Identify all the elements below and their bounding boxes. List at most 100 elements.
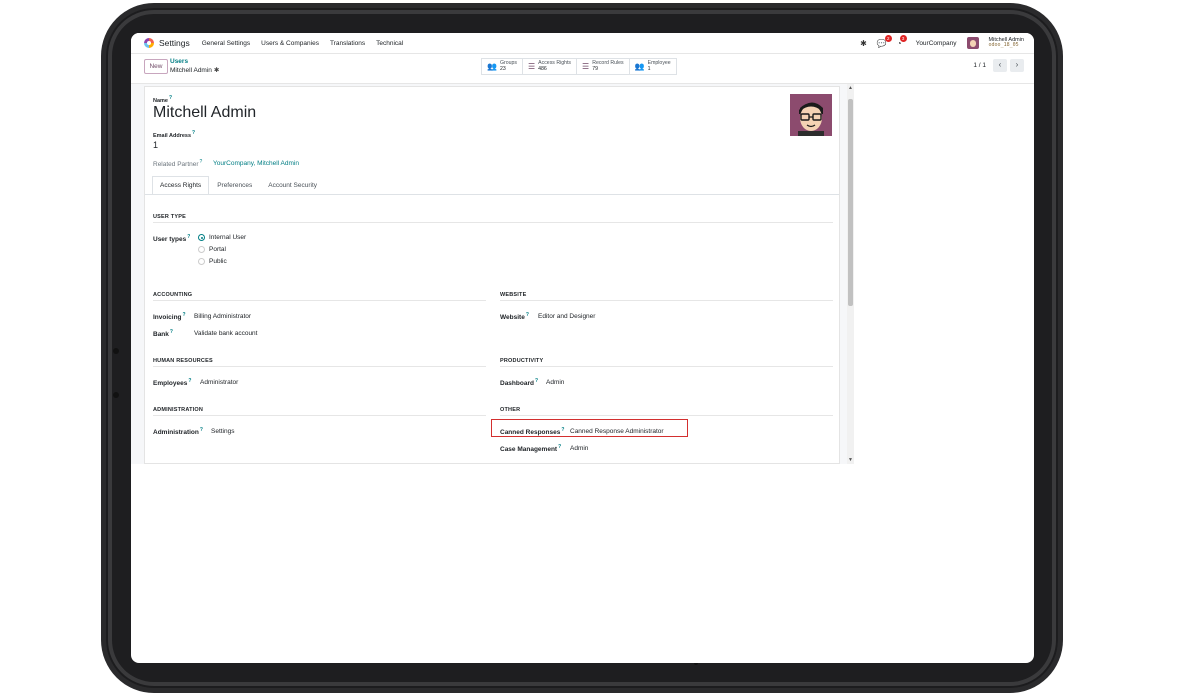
dashboard-label: Dashboard? xyxy=(500,378,538,387)
user-types-label: User types? xyxy=(153,234,190,243)
scrollbar[interactable]: ▲ ▼ xyxy=(847,84,854,464)
scroll-up-icon[interactable]: ▲ xyxy=(847,85,854,91)
menu-translations[interactable]: Translations xyxy=(330,40,365,47)
section-divider xyxy=(153,222,833,223)
invoicing-label: Invoicing? xyxy=(153,312,186,321)
employees-select[interactable]: Administrator xyxy=(200,379,238,386)
administration-select[interactable]: Settings xyxy=(211,428,235,435)
email-label-text: Email Address xyxy=(153,132,192,139)
bug-icon[interactable]: ✱ xyxy=(860,39,867,48)
case-management-label-text: Case Management xyxy=(500,446,558,454)
help-icon[interactable]: ? xyxy=(535,378,538,384)
radio-public[interactable]: Public xyxy=(198,258,227,265)
radio-label: Portal xyxy=(209,246,226,253)
section-website: WEBSITE xyxy=(500,292,527,298)
activity-clock-icon[interactable]: ◔ 3 xyxy=(897,34,907,48)
employee-icon: 👥 xyxy=(634,62,645,71)
case-management-label: Case Management? xyxy=(500,444,561,453)
stat-value: 23 xyxy=(499,65,506,72)
help-icon[interactable]: ? xyxy=(183,312,186,318)
name-label: Name? xyxy=(153,95,172,104)
radio-checked-icon[interactable] xyxy=(198,234,205,241)
screen: Settings General Settings Users & Compan… xyxy=(131,33,1034,663)
side-button xyxy=(113,392,119,398)
radio-icon[interactable] xyxy=(198,246,205,253)
menu-general-settings[interactable]: General Settings xyxy=(202,40,250,47)
case-management-select[interactable]: Admin xyxy=(570,445,588,452)
help-icon[interactable]: ? xyxy=(558,444,561,450)
menu-technical[interactable]: Technical xyxy=(376,40,403,47)
section-divider xyxy=(500,300,833,301)
user-avatar-image[interactable] xyxy=(790,94,832,136)
related-partner-label-text: Related Partner xyxy=(153,161,199,169)
groups-icon: 👥 xyxy=(487,62,497,71)
section-human-resources: HUMAN RESOURCES xyxy=(153,358,213,364)
breadcrumb-users[interactable]: Users xyxy=(170,58,188,65)
radio-internal-user[interactable]: Internal User xyxy=(198,234,246,241)
website-select[interactable]: Editor and Designer xyxy=(538,313,595,320)
app-name[interactable]: Settings xyxy=(159,38,190,48)
stat-value: 79 xyxy=(592,65,598,72)
section-divider xyxy=(500,415,833,416)
help-icon[interactable]: ? xyxy=(188,378,191,384)
list-icon: ☰ xyxy=(527,62,536,71)
help-icon[interactable]: ? xyxy=(200,159,203,165)
pager-value[interactable]: 1 / 1 xyxy=(973,62,986,69)
dashboard-label-text: Dashboard xyxy=(500,380,534,388)
tab-access-rights[interactable]: Access Rights xyxy=(152,176,210,194)
chevron-left-icon[interactable]: ‹ xyxy=(993,59,1007,72)
bank-label: Bank? xyxy=(153,329,173,338)
administration-label: Administration? xyxy=(153,427,203,436)
help-icon[interactable]: ? xyxy=(526,312,529,318)
user-name-field[interactable]: Mitchell Admin xyxy=(153,104,256,122)
app-logo-icon[interactable] xyxy=(144,38,154,48)
menu-users-companies[interactable]: Users & Companies xyxy=(261,40,319,47)
help-icon[interactable]: ? xyxy=(170,329,173,335)
user-avatar[interactable] xyxy=(966,37,979,49)
invoicing-label-text: Invoicing xyxy=(153,314,182,322)
company-switcher[interactable]: YourCompany xyxy=(916,40,957,47)
chat-icon[interactable]: 💬 2 xyxy=(877,34,892,48)
employee-stat-button[interactable]: 👥 Employee 1 xyxy=(630,59,676,74)
related-partner-link[interactable]: YourCompany, Mitchell Admin xyxy=(213,160,299,167)
user-menu[interactable]: Mitchell Admin odoo_18_05 xyxy=(989,37,1024,49)
radio-icon[interactable] xyxy=(198,258,205,265)
website-label: Website? xyxy=(500,312,529,321)
breadcrumb-current-label: Mitchell Admin xyxy=(170,67,212,74)
database-name: odoo_18_05 xyxy=(988,42,1019,49)
chat-badge: 2 xyxy=(884,34,892,42)
form-tabs: Access Rights Preferences Account Securi… xyxy=(152,176,325,194)
top-navbar: Settings General Settings Users & Compan… xyxy=(131,33,1034,54)
invoicing-select[interactable]: Billing Administrator xyxy=(194,313,251,320)
list-icon: ☰ xyxy=(582,62,590,71)
tab-account-security[interactable]: Account Security xyxy=(260,176,325,194)
gear-icon[interactable]: ✱ xyxy=(214,67,219,74)
bank-select[interactable]: Validate bank account xyxy=(194,330,257,337)
scroll-down-icon[interactable]: ▼ xyxy=(847,457,854,463)
tab-preferences[interactable]: Preferences xyxy=(209,176,260,194)
radio-label: Internal User xyxy=(209,234,247,241)
record-rules-stat-button[interactable]: ☰ Record Rules 79 xyxy=(577,59,630,74)
smart-buttons: 👥 Groups 23 ☰ Access Rights 486 ☰ Record R… xyxy=(481,58,677,75)
help-icon[interactable]: ? xyxy=(187,234,190,240)
new-button[interactable]: New xyxy=(144,59,168,74)
tab-divider xyxy=(145,194,839,195)
scroll-thumb[interactable] xyxy=(848,99,853,306)
dashboard-select[interactable]: Admin xyxy=(546,379,564,386)
email-label: Email Address? xyxy=(153,130,195,139)
email-field[interactable]: 1 xyxy=(153,140,158,150)
bank-label-text: Bank xyxy=(153,331,169,339)
activity-badge: 3 xyxy=(899,34,907,42)
radio-portal[interactable]: Portal xyxy=(198,246,226,253)
radio-label: Public xyxy=(209,258,227,265)
avatar-face-icon xyxy=(790,94,832,136)
help-icon[interactable]: ? xyxy=(192,130,195,136)
administration-label-text: Administration xyxy=(153,429,199,437)
groups-stat-button[interactable]: 👥 Groups 23 xyxy=(482,59,523,74)
help-icon[interactable]: ? xyxy=(169,95,172,101)
access-rights-stat-button[interactable]: ☰ Access Rights 486 xyxy=(523,59,578,74)
section-divider xyxy=(153,415,486,416)
help-icon[interactable]: ? xyxy=(200,427,203,433)
side-button xyxy=(113,348,119,354)
chevron-right-icon[interactable]: › xyxy=(1010,59,1024,72)
